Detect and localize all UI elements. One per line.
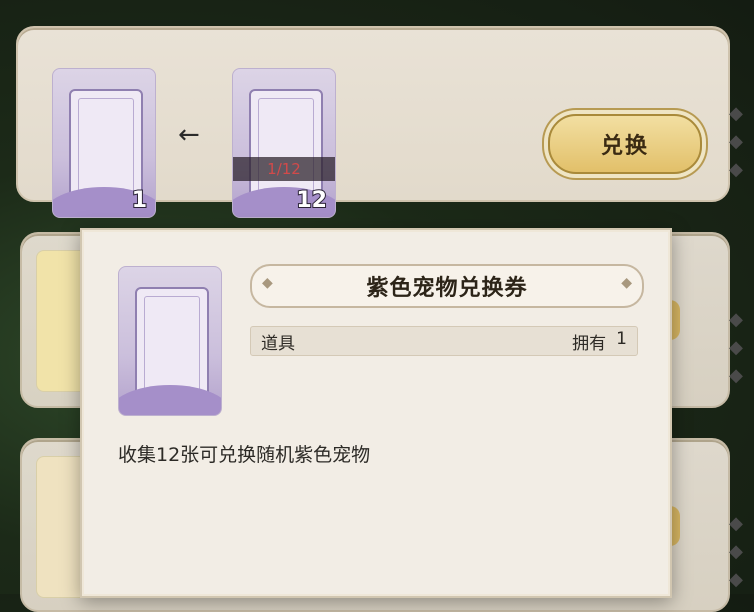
collection-progress-badge: 1/12 <box>233 157 335 181</box>
item-description: 收集12张可兑换随机紫色宠物 <box>118 444 371 466</box>
exchange-button[interactable]: 兑换 <box>548 114 702 174</box>
source-ticket-card[interactable]: 1 <box>52 68 156 218</box>
item-owned: 拥有 1 <box>572 329 627 354</box>
source-ticket-count: 1 <box>131 187 148 214</box>
exchange-row-panel: 1 ← 1/12 12 兑换 <box>16 26 730 218</box>
diamond-deco-icon: ◆ ◆ ◆ <box>729 309 743 386</box>
target-ticket-count: 12 <box>295 187 328 214</box>
owned-count: 1 <box>616 328 627 349</box>
item-meta-row: 道具 拥有 1 <box>250 326 638 356</box>
diamond-deco-icon: ◆ ◆ ◆ <box>729 513 743 590</box>
item-name: 紫色宠物兑换券 <box>366 275 528 301</box>
tooltip-item-card <box>118 266 222 416</box>
owned-label: 拥有 <box>572 333 607 354</box>
diamond-deco-icon: ◆ ◆ ◆ <box>729 103 743 180</box>
arrow-left-icon: ← <box>178 120 200 150</box>
target-ticket-card[interactable]: 1/12 12 <box>232 68 336 218</box>
item-tooltip: 紫色宠物兑换券 道具 拥有 1 收集12张可兑换随机紫色宠物 <box>80 228 672 598</box>
item-title-banner: 紫色宠物兑换券 <box>250 264 644 308</box>
item-category: 道具 <box>261 333 295 354</box>
